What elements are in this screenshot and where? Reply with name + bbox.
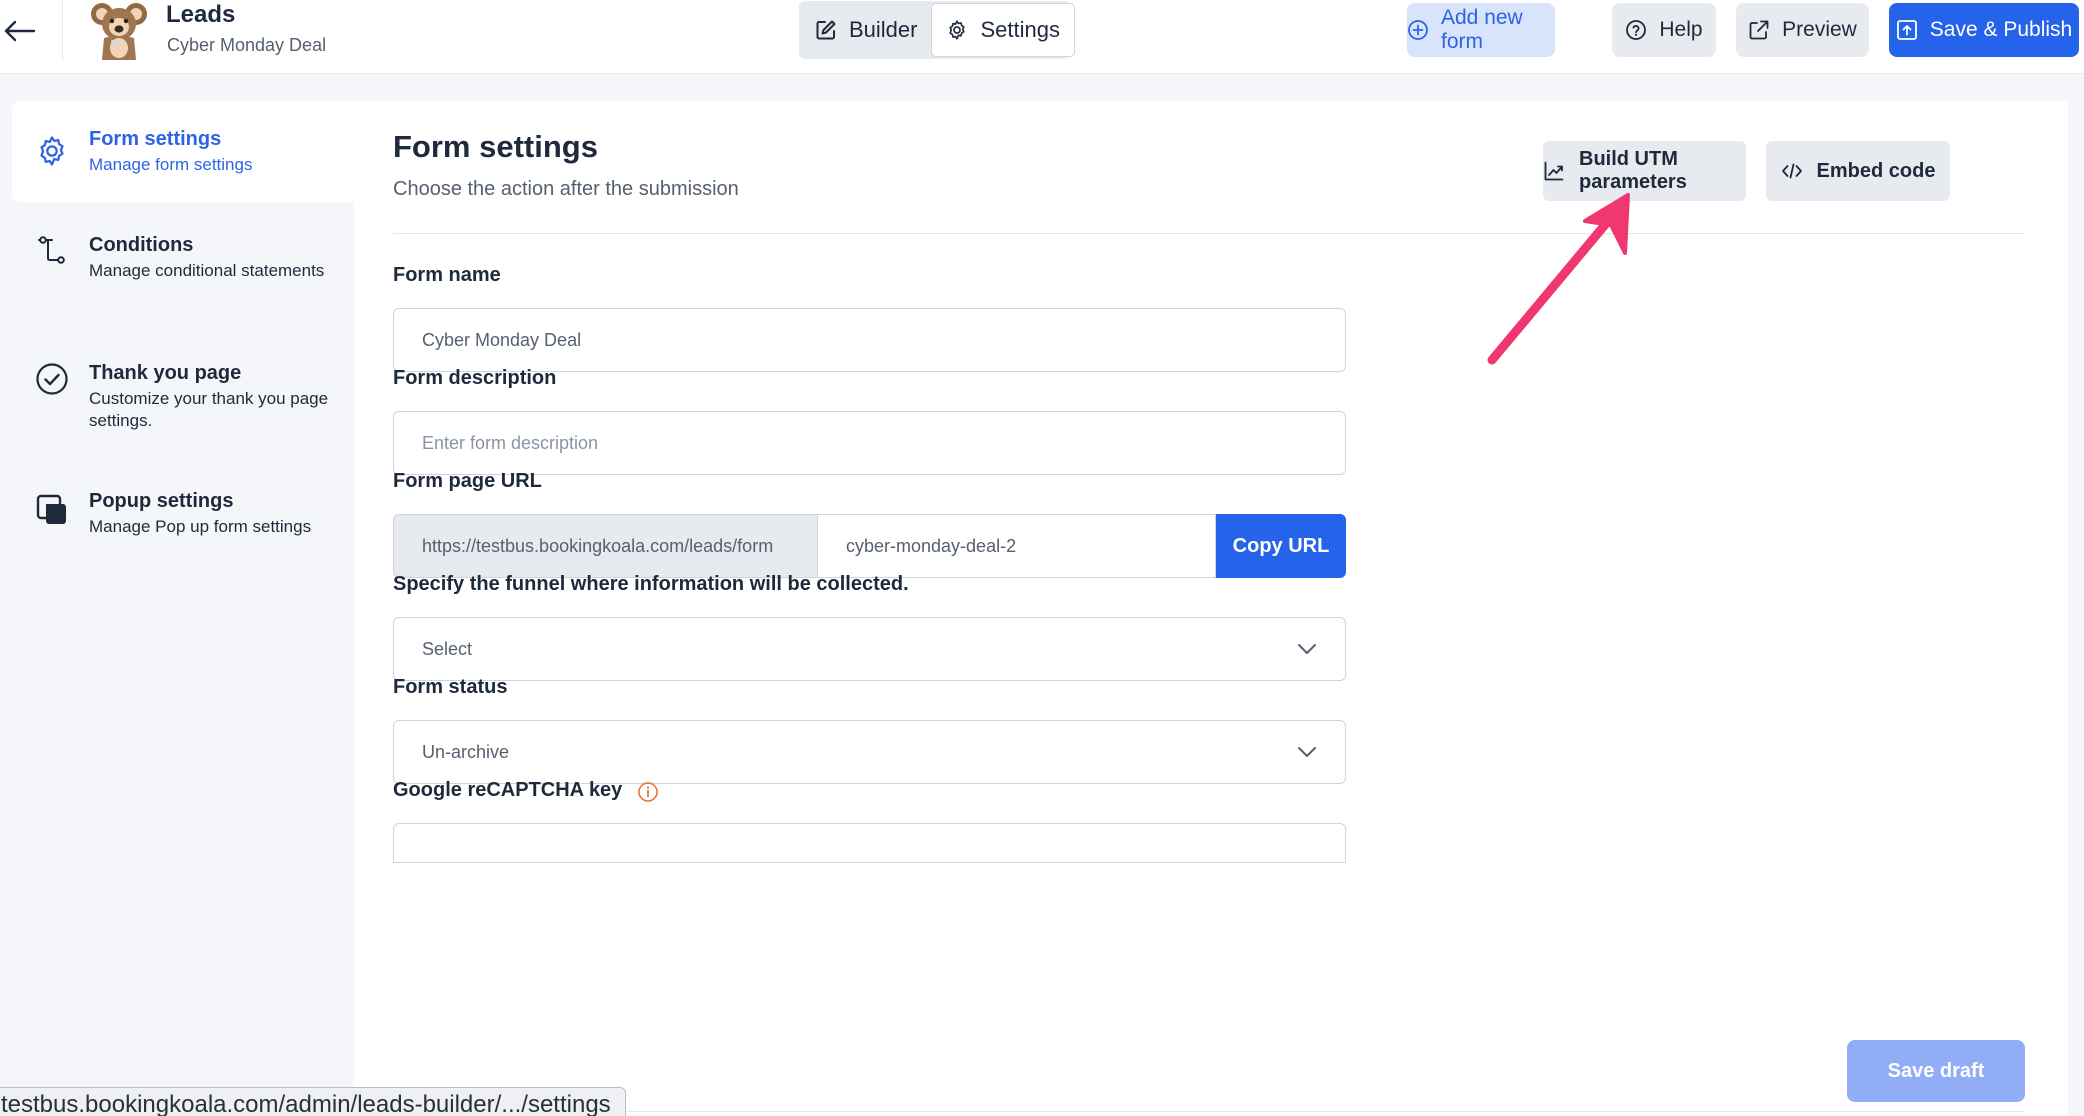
sidebar-item-title: Thank you page: [89, 362, 242, 384]
form-name-subtitle: Cyber Monday Deal: [167, 35, 327, 55]
settings-tab[interactable]: Settings: [931, 3, 1075, 57]
help-button[interactable]: Help: [1612, 3, 1716, 57]
preview-button[interactable]: Preview: [1736, 3, 1869, 57]
status-bar-url: testbus.bookingkoala.com/admin/leads-bui…: [0, 1087, 626, 1116]
popup-icon: [34, 492, 70, 528]
top-bar: Leads Cyber Monday Deal Builder Settings…: [0, 0, 2084, 74]
plus-circle-icon: [1407, 19, 1429, 41]
funnel-select[interactable]: Select: [393, 617, 1346, 681]
chevron-down-icon: [1297, 746, 1317, 758]
recaptcha-label: Google reCAPTCHA key: [393, 779, 623, 801]
builder-tab[interactable]: Builder: [801, 3, 931, 57]
form-status-label: Form status: [393, 676, 508, 698]
sidebar-item-description: Manage form settings: [89, 155, 253, 174]
check-circle-icon: [34, 361, 70, 397]
add-new-form-button[interactable]: Add new form: [1407, 3, 1555, 57]
add-new-form-label: Add new form: [1441, 6, 1523, 53]
footer-divider: [393, 1111, 2024, 1112]
form-settings-panel: Form settings Choose the action after th…: [354, 101, 2068, 1116]
sidebar-item-description: Manage Pop up form settings: [89, 517, 312, 536]
gear-icon: [34, 133, 70, 169]
save-and-publish-button[interactable]: Save & Publish: [1889, 3, 2079, 57]
help-label: Help: [1659, 18, 1703, 41]
build-utm-parameters-label: Build UTM parameters: [1579, 148, 1687, 193]
embed-code-label: Embed code: [1816, 159, 1936, 182]
form-status-select-value: Un-archive: [422, 741, 510, 762]
edit-icon: [815, 19, 837, 41]
app-title: Leads: [166, 1, 236, 28]
upload-icon: [1896, 19, 1918, 41]
page-subtitle: Choose the action after the submission: [393, 178, 739, 200]
code-icon: [1781, 160, 1803, 182]
form-url-slug-input[interactable]: [818, 514, 1216, 578]
settings-form[interactable]: Form name Form description Form page URL…: [354, 234, 2068, 1112]
form-page-url-label: Form page URL: [393, 470, 542, 492]
header-divider: [62, 0, 63, 60]
preview-label: Preview: [1782, 18, 1857, 41]
info-icon[interactable]: [637, 781, 659, 803]
sidebar-item-description: Customize your thank you page settings.: [89, 389, 329, 430]
arrow-left-icon: [4, 20, 36, 42]
form-description-label: Form description: [393, 367, 557, 389]
funnel-select-value: Select: [422, 638, 473, 659]
sidebar-item-title: Form settings: [89, 128, 222, 150]
settings-tab-label: Settings: [980, 17, 1060, 42]
page-title: Form settings: [393, 129, 598, 164]
help-circle-icon: [1625, 19, 1647, 41]
chevron-down-icon: [1297, 643, 1317, 655]
sidebar-item-form-settings[interactable]: Form settings Manage form settings: [12, 101, 354, 202]
sidebar-item-popup-settings[interactable]: Popup settings Manage Pop up form settin…: [12, 477, 354, 557]
mode-toggle: Builder Settings: [799, 1, 1075, 59]
settings-sidebar: Form settings Manage form settings Condi…: [12, 101, 354, 1116]
funnel-label: Specify the funnel where information wil…: [393, 573, 909, 595]
external-link-icon: [1748, 19, 1770, 41]
sidebar-item-description: Manage conditional statements: [89, 261, 325, 280]
sidebar-item-conditions[interactable]: Conditions Manage conditional statements: [12, 221, 354, 321]
sidebar-item-title: Conditions: [89, 234, 194, 256]
form-name-input[interactable]: [393, 308, 1346, 372]
annotation-arrow: [1475, 190, 1645, 370]
form-description-input[interactable]: [393, 411, 1346, 475]
sidebar-item-thank-you-page[interactable]: Thank you page Customize your thank you …: [12, 349, 354, 449]
save-and-publish-label: Save & Publish: [1929, 18, 2073, 41]
save-draft-button[interactable]: Save draft: [1847, 1040, 2025, 1102]
recaptcha-key-input[interactable]: [393, 823, 1346, 863]
builder-tab-label: Builder: [849, 17, 918, 42]
koala-logo: [90, 0, 148, 62]
embed-code-button[interactable]: Embed code: [1766, 141, 1950, 201]
form-name-label: Form name: [393, 264, 501, 286]
trending-chart-icon: [1543, 160, 1565, 182]
form-url-prefix: https://testbus.bookingkoala.com/leads/f…: [393, 514, 818, 578]
form-status-select[interactable]: Un-archive: [393, 720, 1346, 784]
form-url-group: https://testbus.bookingkoala.com/leads/f…: [393, 514, 1346, 578]
back-button[interactable]: [0, 8, 40, 54]
sidebar-item-title: Popup settings: [89, 490, 234, 512]
copy-url-button[interactable]: Copy URL: [1216, 514, 1346, 578]
gear-icon: [946, 19, 968, 41]
branch-icon: [34, 233, 70, 269]
